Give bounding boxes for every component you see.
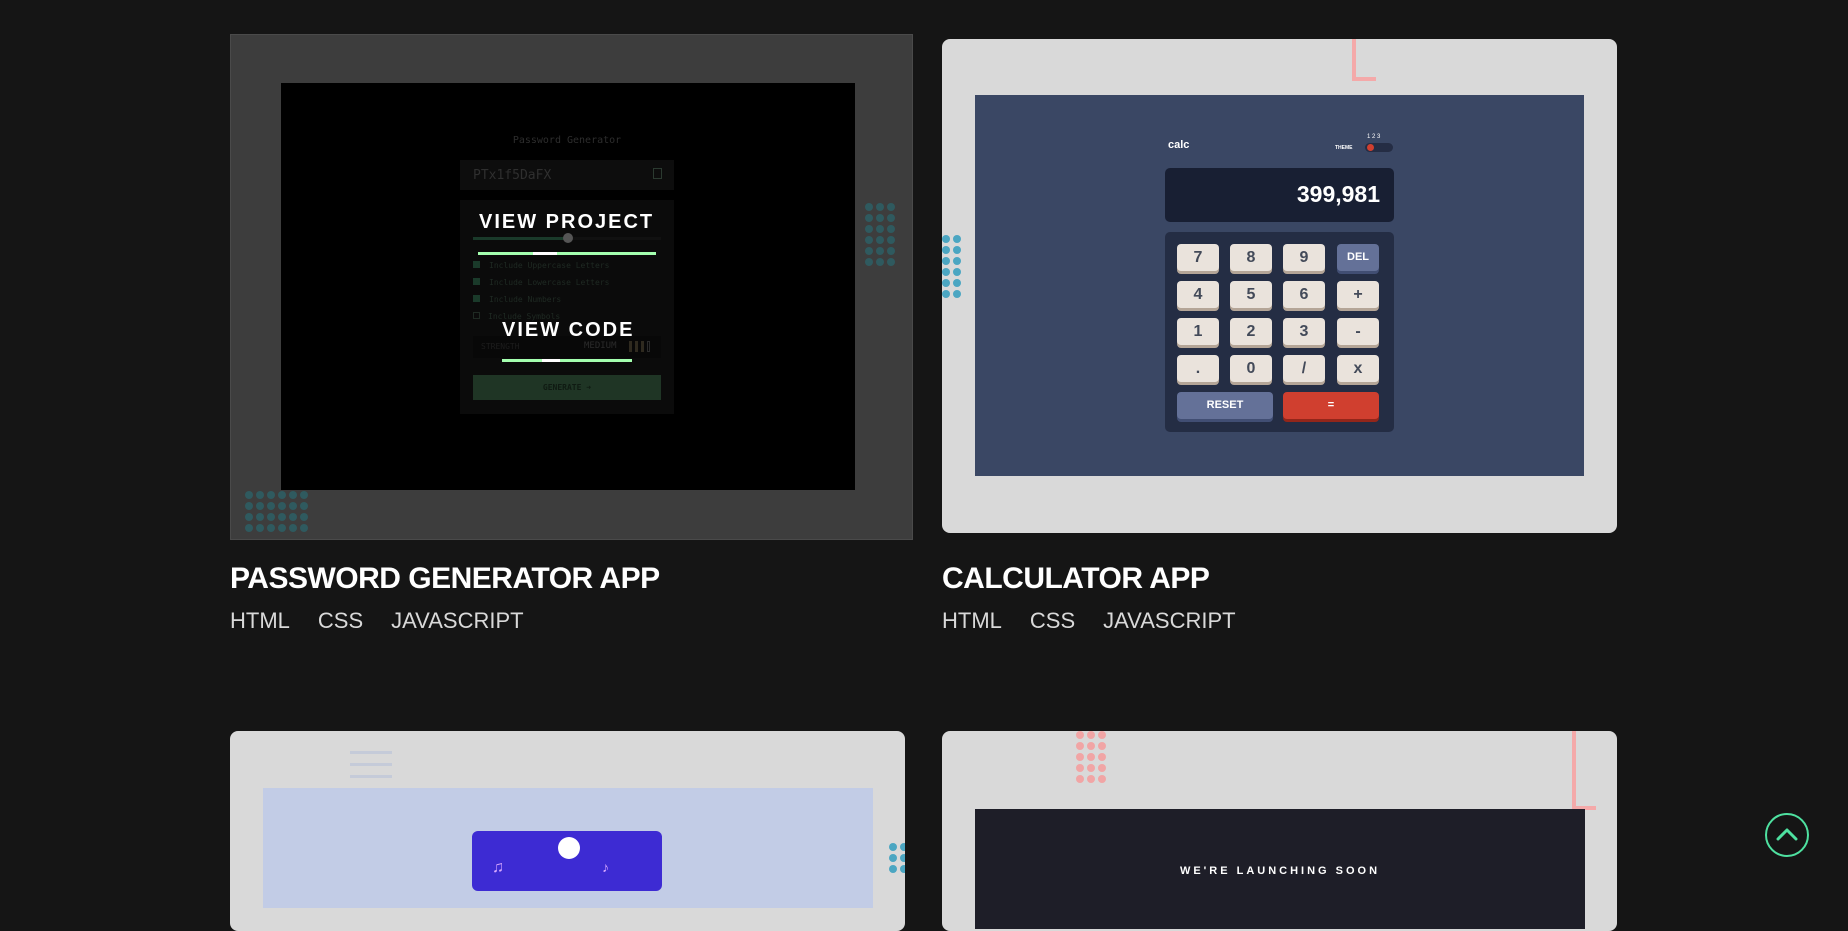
decorative-dots — [942, 235, 961, 298]
preview-password: PTx1f5DaFX — [473, 168, 552, 183]
music-note-icon: ♫ — [492, 859, 504, 876]
decorative-dots — [865, 203, 895, 266]
person-figure — [558, 837, 580, 859]
generate-button: GENERATE ➜ — [473, 375, 661, 400]
calc-key-del: DEL — [1337, 244, 1379, 271]
project-screenshot: calc 1 2 3 THEME 399,981 7 8 9 DEL 4 5 6… — [975, 95, 1584, 476]
calc-key: . — [1177, 355, 1219, 382]
calc-key: 4 — [1177, 281, 1219, 308]
launch-headline: WE'RE LAUNCHING SOON — [1179, 865, 1381, 877]
calc-key: 8 — [1230, 244, 1272, 271]
project-screenshot: ♫ ♪ — [263, 788, 873, 908]
option-list: Include Uppercase Letters Include Lowerc… — [473, 257, 609, 325]
project-card[interactable]: ♫ ♪ — [230, 731, 905, 931]
project-screenshot: WE'RE LAUNCHING SOON — [975, 809, 1585, 929]
tag: CSS — [1029, 608, 1076, 633]
decorative-dots — [889, 843, 905, 873]
theme-toggle — [1365, 143, 1393, 152]
project-title: PASSWORD GENERATOR APP — [230, 562, 660, 595]
calc-key: 1 — [1177, 318, 1219, 345]
decorative-dots — [245, 491, 308, 532]
tag: JAVASCRIPT — [391, 608, 524, 633]
calc-key: / — [1283, 355, 1325, 382]
project-tags: HTML CSS JAVASCRIPT — [942, 608, 1236, 634]
chevron-up-icon — [1776, 828, 1798, 841]
decorative-l-shape — [1352, 39, 1376, 81]
calc-display: 399,981 — [1165, 168, 1394, 222]
calc-key-equals: = — [1283, 392, 1379, 419]
preview-app-title: Password Generator — [512, 135, 622, 146]
option-item: Include Numbers — [473, 291, 609, 308]
tag: JAVASCRIPT — [1103, 608, 1236, 633]
decorative-l-shape — [1572, 731, 1596, 810]
project-title: CALCULATOR APP — [942, 562, 1210, 595]
option-item: Include Uppercase Letters — [473, 257, 609, 274]
view-code-link[interactable]: VIEW CODE — [502, 319, 634, 342]
theme-numbers: 1 2 3 — [1367, 134, 1381, 140]
calc-key-reset: RESET — [1177, 392, 1273, 419]
decorative-lines — [350, 751, 392, 754]
tag: CSS — [317, 608, 364, 633]
calc-key: 6 — [1283, 281, 1325, 308]
view-code-underline — [502, 359, 632, 362]
option-item: Include Lowercase Letters — [473, 274, 609, 291]
calc-key: + — [1337, 281, 1379, 308]
calc-logo: calc — [1168, 139, 1190, 151]
tag: HTML — [230, 608, 290, 633]
calc-key: 3 — [1283, 318, 1325, 345]
calc-key: 0 — [1230, 355, 1272, 382]
copy-icon — [653, 168, 662, 179]
tag: HTML — [942, 608, 1002, 633]
calc-key: 9 — [1283, 244, 1325, 271]
project-tags: HTML CSS JAVASCRIPT — [230, 608, 524, 634]
view-project-underline — [478, 252, 656, 255]
scroll-to-top-button[interactable] — [1765, 813, 1809, 857]
calc-key: 2 — [1230, 318, 1272, 345]
view-project-link[interactable]: VIEW PROJECT — [479, 211, 654, 234]
preview-password-box: PTx1f5DaFX — [460, 160, 674, 190]
illustration: ♫ ♪ — [472, 831, 662, 891]
calc-keypad: 7 8 9 DEL 4 5 6 + 1 2 3 - . 0 / x RESET … — [1165, 232, 1394, 432]
calc-display-value: 399,981 — [1296, 181, 1380, 207]
project-card[interactable]: WE'RE LAUNCHING SOON — [942, 731, 1617, 931]
calc-key: 7 — [1177, 244, 1219, 271]
calc-key: - — [1337, 318, 1379, 345]
calc-key: 5 — [1230, 281, 1272, 308]
length-slider — [473, 233, 661, 243]
theme-label: THEME — [1335, 145, 1353, 151]
calc-key: x — [1337, 355, 1379, 382]
music-note-icon: ♪ — [602, 859, 609, 875]
decorative-dots — [1076, 731, 1106, 783]
